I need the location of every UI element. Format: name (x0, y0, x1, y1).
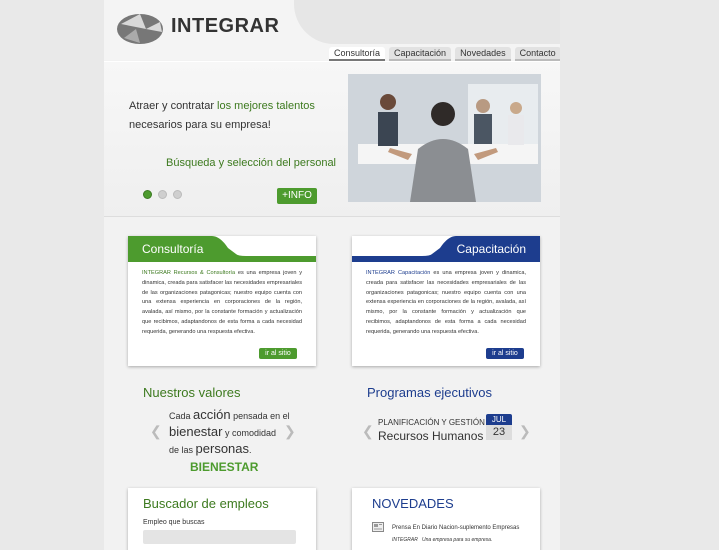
valores-word-bienestar: bienestar (169, 424, 223, 439)
consultoria-ir-al-sitio-button[interactable]: ir al sitio (259, 348, 297, 359)
buscador-title: Buscador de empleos (143, 496, 269, 511)
valores-word: de las (169, 445, 196, 455)
valores-prev-arrow-icon[interactable]: ❮ (150, 423, 162, 439)
brand-name: INTEGRAR (171, 15, 280, 37)
valores-keyword: BIENESTAR (190, 460, 259, 474)
consultoria-title: Consultoría (142, 242, 204, 256)
slide-dot-1[interactable] (143, 190, 152, 199)
info-button[interactable]: +INFO (277, 188, 317, 204)
programas-line2: Recursos Humanos (378, 429, 484, 443)
valores-word-accion: acción (193, 407, 231, 422)
hero-banner: Atraer y contratar los mejores talentos … (104, 61, 560, 217)
slide-dot-3[interactable] (173, 190, 182, 199)
valores-word: y comodidad (222, 428, 277, 438)
novedades-card: NOVEDADES Prensa En Diario Nacion-suplem… (352, 488, 540, 550)
valores-word: Cada (169, 411, 194, 421)
hero-line2: necesarios para su empresa! (129, 119, 271, 131)
hero-subtitle: Búsqueda y selección del personal (166, 157, 337, 169)
programas-line1: PLANIFICACIÓN Y GESTIÓN DE (378, 418, 499, 427)
novedades-title: NOVEDADES (372, 496, 454, 511)
calendar-icon: JUL 23 (486, 414, 512, 442)
novedades-item-excerpt: Una empresa para su empresa. (422, 537, 493, 543)
novedades-item-title[interactable]: Prensa En Diario Nacion-suplemento Empre… (392, 525, 519, 531)
consultoria-body: es una empresa joven y dinamica, creada … (142, 270, 303, 335)
capacitacion-card: Capacitación INTEGRAR Capacitación es un… (352, 236, 540, 366)
nav-consultoria[interactable]: Consultoría (329, 47, 386, 61)
capacitacion-title: Capacitación (456, 242, 526, 256)
empleo-search-input[interactable] (143, 530, 296, 544)
consultoria-text: INTEGRAR Recursos & Consultoría es una e… (128, 262, 316, 345)
nav-novedades[interactable]: Novedades (455, 47, 511, 61)
programas-next-arrow-icon[interactable]: ❯ (519, 423, 531, 439)
consultoria-card: Consultoría INTEGRAR Recursos & Consulto… (128, 236, 316, 366)
valores-text: Cada acción pensada en el bienestar y co… (169, 407, 290, 458)
hero-photo (348, 74, 541, 202)
nav-capacitacion[interactable]: Capacitación (389, 47, 452, 61)
slide-dot-2[interactable] (158, 190, 167, 199)
programas-prev-arrow-icon[interactable]: ❮ (362, 423, 374, 439)
logo-icon (117, 14, 163, 44)
nav-contacto[interactable]: Contacto (514, 47, 560, 61)
valores-title: Nuestros valores (143, 385, 241, 400)
valores-word: pensada en el (230, 411, 290, 421)
valores-word: . (249, 445, 252, 455)
capacitacion-highlight: INTEGRAR Capacitación (366, 270, 431, 276)
slide-dots (143, 190, 182, 199)
capacitacion-ir-al-sitio-button[interactable]: ir al sitio (486, 348, 524, 359)
newspaper-icon (372, 522, 384, 532)
hero-line1-text: Atraer y contratar (129, 100, 218, 112)
consultoria-header: Consultoría (128, 236, 316, 262)
calendar-month: JUL (486, 414, 512, 425)
header: INTEGRAR Consultoría Capacitación Noveda… (104, 0, 560, 61)
header-curve (294, 0, 560, 44)
capacitacion-body: es una empresa joven y dinamica, creada … (366, 270, 526, 335)
capacitacion-header: Capacitación (352, 236, 540, 262)
novedades-item-source: INTEGRAR Una empresa para su empresa. (392, 537, 492, 543)
hero-line1-highlight: los mejores talentos (217, 100, 315, 112)
main-nav: Consultoría Capacitación Novedades Conta… (329, 47, 560, 61)
buscador-field-label: Empleo que buscas (143, 519, 205, 526)
capacitacion-text: INTEGRAR Capacitación es una empresa jov… (352, 262, 540, 345)
hero-line1: Atraer y contratar los mejores talentos (129, 100, 315, 112)
page: INTEGRAR Consultoría Capacitación Noveda… (104, 0, 560, 550)
programas-title: Programas ejecutivos (367, 385, 492, 400)
consultoria-highlight: INTEGRAR Recursos & Consultoría (142, 270, 236, 276)
calendar-day: 23 (486, 425, 512, 440)
valores-word-personas: personas (195, 441, 250, 456)
novedades-item-src: INTEGRAR (392, 537, 418, 543)
